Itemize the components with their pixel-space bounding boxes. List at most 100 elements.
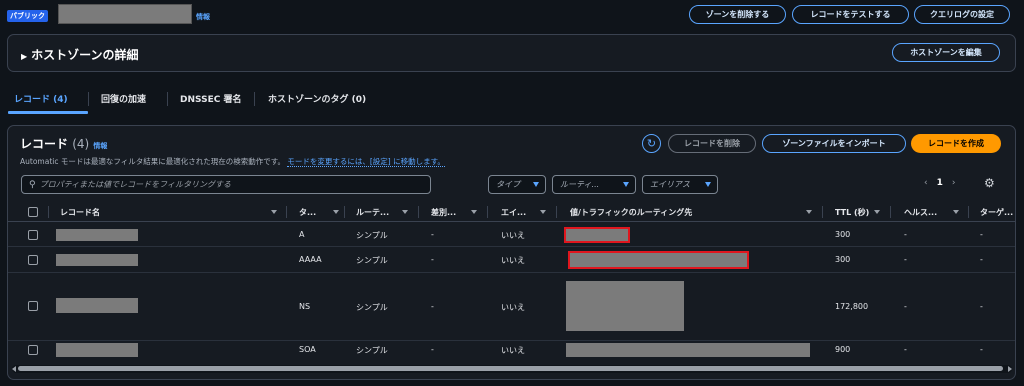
search-icon: ⚲ [29, 179, 36, 190]
hosted-zone-details-toggle[interactable]: ▶ ホストゾーンの詳細 [21, 46, 139, 63]
row-checkbox[interactable] [28, 345, 38, 355]
sort-icon[interactable] [402, 210, 408, 214]
query-log-button[interactable]: クエリログの設定 [914, 5, 1010, 24]
sort-icon[interactable] [333, 210, 339, 214]
record-name-redacted[interactable] [56, 229, 138, 241]
scrollbar-thumb[interactable] [18, 366, 1003, 371]
row-checkbox[interactable] [28, 230, 38, 240]
alias-filter-label: エイリアス [650, 180, 690, 189]
prev-page-icon[interactable]: ‹ [924, 178, 928, 188]
record-differentiator: - [431, 230, 434, 239]
delete-record-button[interactable]: レコードを削除 [668, 134, 756, 153]
record-health-check: - [904, 345, 907, 354]
description-text: Automatic モードは最適なフィルタ結果に最適化された現在の検索動作です。 [20, 157, 285, 166]
records-title: レコード [20, 137, 69, 151]
record-target: - [980, 255, 983, 264]
record-health-check: - [904, 230, 907, 239]
active-tab-indicator [8, 111, 88, 114]
record-ttl: 900 [835, 345, 851, 354]
records-heading: レコード (4) 情報 [20, 135, 107, 152]
sort-icon[interactable] [806, 210, 812, 214]
column-header-ttl[interactable]: TTL (秒) [835, 207, 869, 218]
row-checkbox[interactable] [28, 255, 38, 265]
record-target: - [980, 345, 983, 354]
record-name-redacted[interactable] [56, 343, 138, 357]
record-routing: シンプル [356, 256, 388, 265]
column-header-differentiator[interactable]: 差別... [431, 207, 456, 218]
column-header-type[interactable]: タ... [299, 207, 316, 218]
column-divider [822, 206, 823, 218]
change-mode-link[interactable]: モードを変更するには、[設定] に移動します。 [287, 157, 445, 167]
record-differentiator: - [431, 345, 434, 354]
column-header-target[interactable]: ターゲ... [980, 207, 1013, 218]
sort-icon[interactable] [953, 210, 959, 214]
type-filter-select[interactable]: タイプ [488, 175, 546, 194]
column-header-health[interactable]: ヘルス... [904, 207, 937, 218]
record-routing: シンプル [356, 346, 388, 355]
record-differentiator: - [431, 302, 434, 311]
tab-hosted-zone-tags[interactable]: ホストゾーンのタグ (0) [268, 92, 366, 105]
sort-icon[interactable] [471, 210, 477, 214]
page-number[interactable]: 1 [937, 178, 943, 188]
column-divider [890, 206, 891, 218]
refresh-button[interactable]: ↻ [642, 134, 661, 153]
scroll-left-icon[interactable] [12, 366, 16, 372]
edit-hosted-zone-button[interactable]: ホストゾーンを編集 [892, 43, 1000, 62]
column-divider [968, 206, 969, 218]
record-ttl: 172,800 [835, 302, 869, 311]
sort-icon[interactable] [540, 210, 546, 214]
routing-filter-select[interactable]: ルーティ... [552, 175, 636, 194]
hosted-zone-details-panel: ▶ ホストゾーンの詳細 ホストゾーンを編集 [7, 34, 1016, 72]
record-health-check: - [904, 255, 907, 264]
chevron-down-icon [623, 182, 629, 187]
tab-dnssec-signing[interactable]: DNSSEC 署名 [180, 92, 241, 105]
record-value-redacted [564, 227, 630, 243]
table-row[interactable]: SOA シンプル - いいえ 900 - - [8, 341, 1015, 363]
record-ttl: 300 [835, 255, 851, 264]
column-divider [418, 206, 419, 218]
import-zone-file-button[interactable]: ゾーンファイルをインポート [762, 134, 906, 153]
column-divider [286, 206, 287, 218]
record-alias: いいえ [501, 346, 525, 355]
select-all-checkbox[interactable] [28, 207, 38, 217]
create-record-button[interactable]: レコードを作成 [911, 134, 1001, 153]
sort-icon[interactable] [271, 210, 277, 214]
record-search[interactable]: ⚲ [21, 175, 431, 194]
column-header-value[interactable]: 値/トラフィックのルーティング先 [570, 207, 692, 218]
next-page-icon[interactable]: › [952, 178, 956, 188]
column-header-record-name[interactable]: レコード名 [60, 207, 100, 218]
table-row[interactable]: A シンプル - いいえ 300 - - [8, 223, 1015, 247]
info-link[interactable]: 情報 [196, 12, 210, 22]
zone-name-redacted [58, 4, 192, 24]
record-value-redacted [566, 281, 684, 331]
row-checkbox[interactable] [28, 301, 38, 311]
record-type: AAAA [299, 255, 322, 264]
tab-recovery-acceleration[interactable]: 回復の加速 [101, 92, 146, 105]
tab-records[interactable]: レコード (4) [14, 92, 68, 105]
horizontal-scrollbar[interactable] [12, 365, 1012, 373]
caret-right-icon: ▶ [21, 52, 28, 61]
sort-icon[interactable] [874, 210, 880, 214]
test-record-button[interactable]: レコードをテストする [792, 5, 909, 24]
column-divider [487, 206, 488, 218]
table-row[interactable]: NS シンプル - いいえ 172,800 - - [8, 273, 1015, 341]
refresh-icon: ↻ [646, 137, 657, 150]
gear-icon[interactable]: ⚙ [984, 176, 995, 190]
chevron-down-icon [705, 182, 711, 187]
routing-filter-label: ルーティ... [560, 180, 600, 189]
column-header-routing[interactable]: ルーテ... [356, 207, 389, 218]
delete-zone-button[interactable]: ゾーンを削除する [689, 5, 786, 24]
records-info-link[interactable]: 情報 [93, 142, 107, 150]
table-row[interactable]: AAAA シンプル - いいえ 300 - - [8, 247, 1015, 273]
record-name-redacted[interactable] [56, 254, 138, 266]
scroll-right-icon[interactable] [1008, 366, 1012, 372]
record-ttl: 300 [835, 230, 851, 239]
record-search-input[interactable] [39, 180, 420, 189]
column-header-alias[interactable]: エイ... [501, 207, 526, 218]
record-name-redacted[interactable] [56, 298, 138, 313]
column-divider [556, 206, 557, 218]
alias-filter-select[interactable]: エイリアス [642, 175, 718, 194]
record-alias: いいえ [501, 303, 525, 312]
record-value-redacted [568, 251, 749, 269]
tab-bar: レコード (4) 回復の加速 DNSSEC 署名 ホストゾーンのタグ (0) [8, 86, 1016, 114]
